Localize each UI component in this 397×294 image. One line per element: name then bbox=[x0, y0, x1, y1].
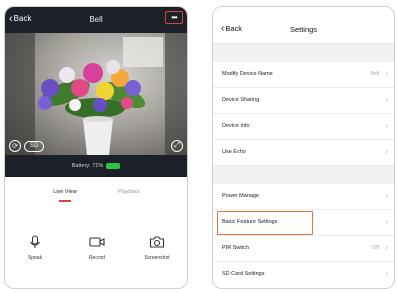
video-controls-right: ⤢ bbox=[171, 140, 183, 152]
settings-item-label: Device Info bbox=[222, 123, 250, 129]
speak-label: Speak bbox=[27, 255, 43, 261]
screenshot-label: Screenshot bbox=[144, 255, 170, 261]
page-title: Settings bbox=[289, 25, 318, 34]
active-tab-indicator bbox=[59, 200, 71, 202]
settings-item-label: Device Sharing bbox=[222, 97, 260, 103]
rotate-icon[interactable]: ⟳ bbox=[9, 140, 21, 152]
settings-item-device-sharing[interactable]: Device Sharing › bbox=[213, 88, 394, 114]
settings-item-value: Off bbox=[372, 245, 379, 251]
camera-live-screen: ‹ Back Bell ••• ⟳ SD ⤢ Battery: 71% Live… bbox=[4, 6, 188, 289]
live-video-feed[interactable]: ⟳ SD ⤢ bbox=[5, 33, 187, 155]
chevron-right-icon: › bbox=[385, 121, 388, 130]
group-separator bbox=[213, 166, 394, 184]
more-options-button[interactable]: ••• bbox=[165, 11, 183, 24]
group-separator bbox=[213, 44, 394, 62]
tab-live-view[interactable]: Live View bbox=[35, 189, 95, 195]
settings-item-device-info[interactable]: Device Info › bbox=[213, 114, 394, 140]
tab-playback[interactable]: Playback bbox=[99, 189, 159, 195]
settings-item-use-echo[interactable]: Use Echo › bbox=[213, 140, 394, 166]
view-tabs: Live View Playback bbox=[5, 185, 187, 205]
action-bar: Speak Record Screenshot bbox=[5, 235, 187, 275]
chevron-right-icon: › bbox=[385, 147, 388, 156]
chevron-right-icon: › bbox=[385, 217, 388, 226]
microphone-icon bbox=[30, 235, 40, 248]
battery-label: Battery: 71% bbox=[71, 163, 104, 169]
speak-button[interactable]: Speak bbox=[15, 235, 55, 261]
settings-item-power-manage[interactable]: Power Manage › bbox=[213, 184, 394, 210]
settings-item-sd-card-settings[interactable]: SD Card Settings › bbox=[213, 262, 394, 288]
chevron-right-icon: › bbox=[385, 95, 388, 104]
settings-item-label: PIR Switch bbox=[222, 245, 249, 251]
settings-item-label: Modify Device Name bbox=[222, 71, 273, 77]
video-camera-icon bbox=[89, 237, 105, 247]
more-icon: ••• bbox=[171, 12, 177, 22]
chevron-right-icon: › bbox=[385, 69, 388, 78]
settings-item-pir-switch[interactable]: PIR Switch Off › bbox=[213, 236, 394, 262]
battery-icon bbox=[106, 163, 121, 169]
highlight-box bbox=[217, 211, 313, 235]
settings-item-label: Power Manage bbox=[222, 193, 259, 199]
settings-item-value: Bell bbox=[370, 71, 379, 77]
record-button[interactable]: Record bbox=[77, 235, 117, 261]
chevron-right-icon: › bbox=[385, 191, 388, 200]
chevron-right-icon: › bbox=[385, 269, 388, 278]
sd-quality-button[interactable]: SD bbox=[24, 140, 45, 152]
battery-status: Battery: 71% bbox=[5, 155, 187, 177]
settings-item-label: SD Card Settings bbox=[222, 271, 265, 277]
flower-scene-image bbox=[5, 33, 187, 155]
screenshot-button[interactable]: Screenshot bbox=[137, 235, 177, 261]
device-title: Bell bbox=[89, 15, 103, 24]
settings-item-modify-device-name[interactable]: Modify Device Name Bell › bbox=[213, 62, 394, 88]
settings-screen: ‹ Back Settings Modify Device Name Bell … bbox=[212, 6, 395, 289]
camera-header: ‹ Back Bell ••• bbox=[5, 7, 187, 33]
chevron-right-icon: › bbox=[385, 243, 388, 252]
fullscreen-icon[interactable]: ⤢ bbox=[171, 140, 183, 152]
record-label: Record bbox=[88, 255, 106, 261]
settings-header: ‹ Back Settings bbox=[213, 7, 394, 44]
settings-item-label: Use Echo bbox=[222, 149, 246, 155]
video-controls-left: ⟳ SD bbox=[9, 140, 45, 152]
camera-icon bbox=[149, 236, 165, 248]
